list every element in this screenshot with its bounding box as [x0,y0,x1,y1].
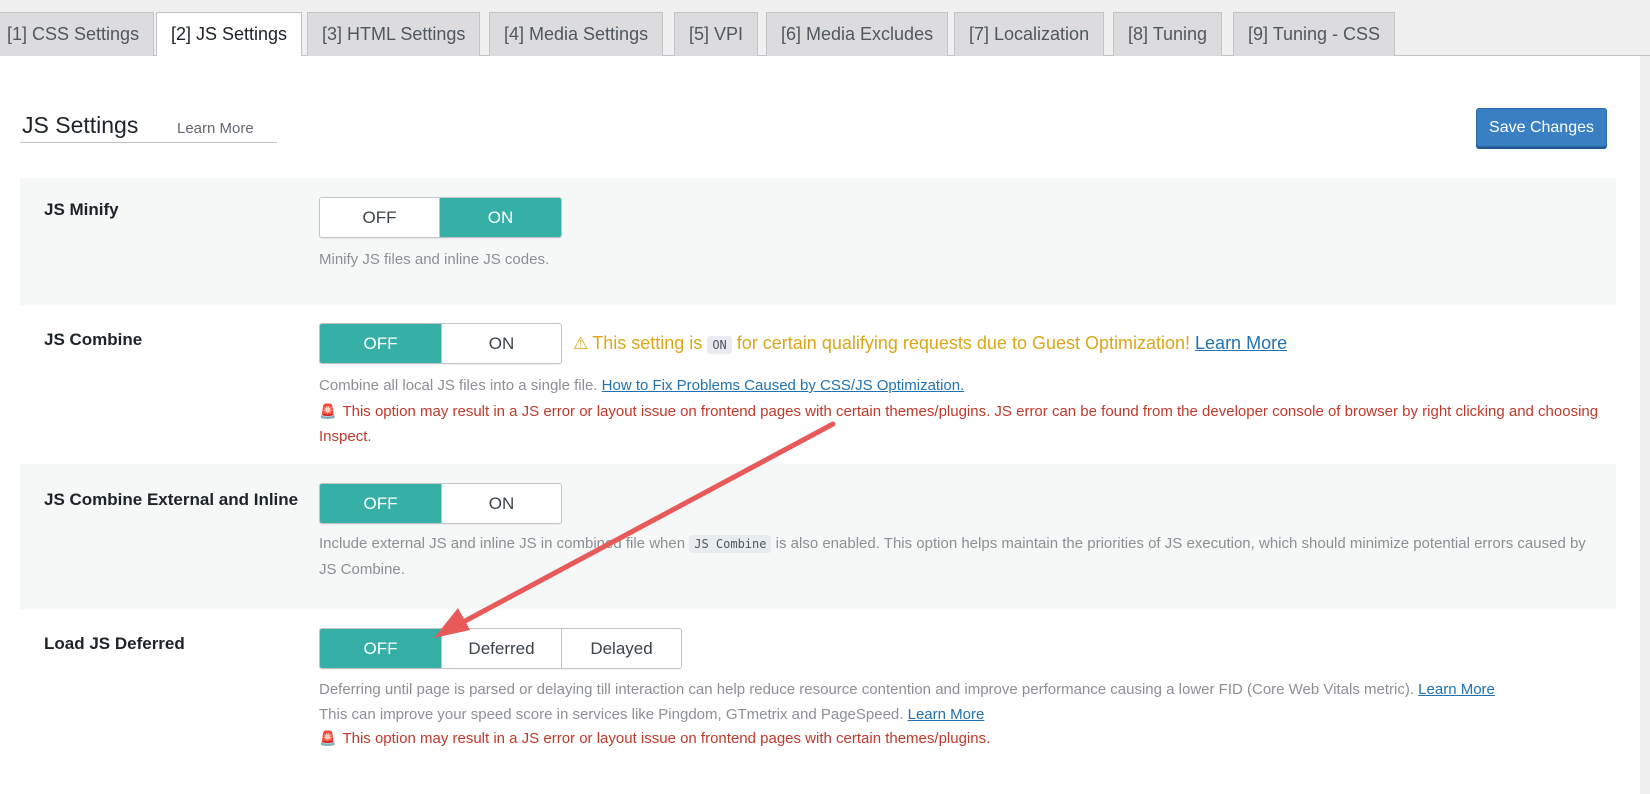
tab-css-settings[interactable]: [1] CSS Settings [0,12,155,56]
setting-label: JS Minify [44,200,119,219]
toggle-option-off[interactable]: OFF [320,629,441,668]
danger-warning: 🚨 This option may result in a JS error or… [319,399,1602,449]
setting-row-js-combine: JS Combine OFF ON ⚠ This setting is ON fo… [20,305,1616,464]
siren-icon: 🚨 [319,730,337,746]
setting-row-load-js-deferred: Load JS Deferred OFF Deferred Delayed De… [20,609,1616,794]
description-text: This can improve your speed score in ser… [319,706,904,723]
tab-tuning[interactable]: [8] Tuning [1113,12,1223,56]
notice-learn-more-link[interactable]: Learn More [1195,333,1287,353]
settings-tabs: [1] CSS Settings [2] JS Settings [3] HTM… [0,0,1650,57]
title-learn-more-link[interactable]: Learn More [177,120,254,137]
setting-label: JS Combine External and Inline [44,490,299,509]
tab-vpi[interactable]: [5] VPI [674,12,759,56]
notice-text: This setting is [592,333,703,353]
setting-description: Deferring until page is parsed or delayi… [319,677,1495,702]
danger-warning: 🚨 This option may result in a JS error or… [319,726,1602,751]
toggle-option-deferred[interactable]: Deferred [441,629,561,668]
title-divider [20,142,277,143]
toggle-option-off[interactable]: OFF [320,198,439,237]
danger-text: This option may result in a JS error or … [342,730,991,747]
description-text: Deferring until page is parsed or delayi… [319,681,1414,698]
settings-panel: JS Settings Learn More Save Changes JS M… [0,56,1640,794]
fix-problems-link[interactable]: How to Fix Problems Caused by CSS/JS Opt… [602,377,965,394]
page-title: JS Settings [22,112,139,138]
siren-icon: 🚨 [319,403,337,419]
danger-text: This option may result in a JS error or … [319,403,1599,445]
tab-html-settings[interactable]: [3] HTML Settings [307,12,481,56]
setting-row-js-combine-external: JS Combine External and Inline OFF ON In… [20,464,1616,609]
js-combine-external-toggle: OFF ON [319,483,562,524]
setting-label: Load JS Deferred [44,634,185,653]
toggle-option-on[interactable]: ON [441,324,561,363]
warning-icon: ⚠ [573,334,589,353]
tab-localization[interactable]: [7] Localization [954,12,1105,56]
tab-tuning-css[interactable]: [9] Tuning - CSS [1233,12,1396,56]
guest-optimization-notice: ⚠ This setting is ON for certain qualifyi… [573,331,1287,357]
toggle-option-off[interactable]: OFF [320,324,441,363]
notice-text-end: for certain qualifying requests due to G… [736,333,1191,353]
description-code: JS Combine [689,535,772,553]
setting-description: Combine all local JS files into a single… [319,373,964,398]
toggle-option-on[interactable]: ON [441,484,561,523]
js-minify-toggle: OFF ON [319,197,562,238]
setting-description: Minify JS files and inline JS codes. [319,251,550,268]
description-text: Combine all local JS files into a single… [319,377,598,394]
js-combine-toggle: OFF ON [319,323,562,364]
fid-learn-more-link[interactable]: Learn More [1418,681,1495,698]
setting-label: JS Combine [44,330,143,349]
tab-media-settings[interactable]: [4] Media Settings [489,12,664,56]
toggle-option-delayed[interactable]: Delayed [561,629,681,668]
tab-js-settings[interactable]: [2] JS Settings [156,12,303,57]
save-changes-button[interactable]: Save Changes [1476,108,1607,147]
description-text: Include external JS and inline JS in com… [319,535,686,552]
toggle-option-off[interactable]: OFF [320,484,441,523]
setting-description-2: This can improve your speed score in ser… [319,702,984,727]
speed-learn-more-link[interactable]: Learn More [908,706,985,723]
notice-code: ON [707,336,732,354]
setting-description: Include external JS and inline JS in com… [319,531,1602,582]
load-js-deferred-toggle: OFF Deferred Delayed [319,628,682,669]
setting-row-js-minify: JS Minify OFF ON Minify JS files and inl… [20,178,1616,305]
tab-media-excludes[interactable]: [6] Media Excludes [766,12,949,56]
toggle-option-on[interactable]: ON [439,198,561,237]
